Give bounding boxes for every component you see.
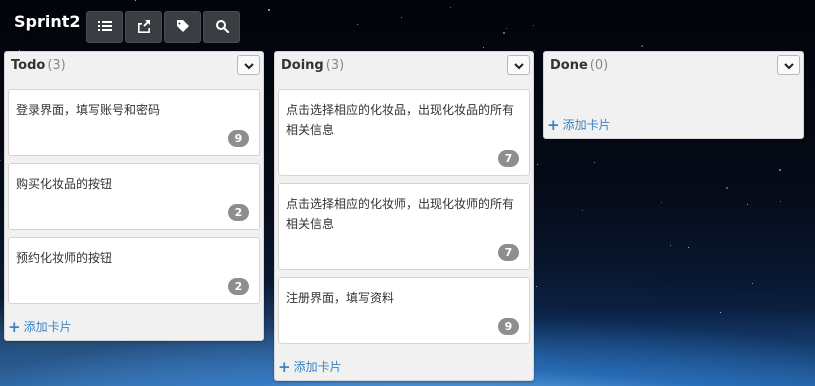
plus-icon: + bbox=[547, 115, 560, 134]
star bbox=[688, 247, 689, 248]
list-header: Done (0) bbox=[544, 52, 803, 82]
list-done: Done (0) + 添加卡片 bbox=[543, 51, 804, 139]
list-card-count: (3) bbox=[325, 58, 345, 73]
list-menu-button[interactable] bbox=[237, 55, 260, 75]
card-points-badge: 7 bbox=[498, 150, 519, 167]
plus-icon: + bbox=[8, 317, 21, 336]
board-title: Sprint2 bbox=[14, 12, 81, 31]
list-title: Done (0) bbox=[550, 58, 609, 73]
card-title: 点击选择相应的化妆品，出现化妆品的所有相关信息 bbox=[286, 103, 515, 137]
search-icon bbox=[215, 18, 229, 37]
card[interactable]: 购买化妆品的按钮 2 bbox=[8, 163, 260, 230]
add-card-link[interactable]: + 添加卡片 bbox=[547, 116, 611, 133]
list-card-count: (3) bbox=[47, 58, 66, 73]
card-points-badge: 9 bbox=[498, 318, 519, 335]
star bbox=[661, 202, 662, 203]
add-card-link[interactable]: + 添加卡片 bbox=[8, 318, 72, 335]
list-title: Todo (3) bbox=[11, 58, 66, 73]
list-card-count: (0) bbox=[589, 58, 609, 73]
card-title: 点击选择相应的化妆师，出现化妆师的所有相关信息 bbox=[286, 197, 515, 231]
tags-button[interactable] bbox=[164, 11, 201, 43]
card[interactable]: 登录界面，填写账号和密码 9 bbox=[8, 89, 260, 156]
star bbox=[720, 312, 721, 313]
card-points-badge: 9 bbox=[228, 130, 249, 147]
star bbox=[726, 187, 728, 189]
plus-icon: + bbox=[278, 357, 291, 376]
star bbox=[594, 162, 595, 163]
star bbox=[582, 210, 583, 211]
share-icon bbox=[137, 18, 151, 37]
card-points-badge: 7 bbox=[498, 244, 519, 261]
star bbox=[537, 164, 538, 165]
list-title: Doing (3) bbox=[281, 58, 345, 73]
list-view-button[interactable] bbox=[86, 11, 123, 43]
card-title: 购买化妆品的按钮 bbox=[16, 177, 113, 191]
tag-icon bbox=[176, 18, 190, 37]
chevron-down-icon bbox=[243, 56, 254, 75]
star bbox=[779, 169, 781, 171]
star bbox=[0, 160, 1, 161]
star bbox=[780, 201, 781, 202]
star bbox=[747, 204, 748, 205]
card[interactable]: 点击选择相应的化妆品，出现化妆品的所有相关信息 7 bbox=[278, 89, 530, 176]
add-card-label: 添加卡片 bbox=[562, 118, 611, 132]
card-title: 注册界面，填写资料 bbox=[286, 291, 395, 305]
add-card-link[interactable]: + 添加卡片 bbox=[278, 358, 342, 375]
list-header: Todo (3) bbox=[5, 52, 263, 82]
board-header: Sprint2 bbox=[0, 0, 815, 48]
share-button[interactable] bbox=[125, 11, 162, 43]
card[interactable]: 预约化妆师的按钮 2 bbox=[8, 237, 260, 304]
list-menu-button[interactable] bbox=[507, 55, 530, 75]
star bbox=[670, 245, 671, 246]
card-points-badge: 2 bbox=[228, 204, 249, 221]
list-doing: Doing (3) 点击选择相应的化妆品，出现化妆品的所有相关信息 7 点击选择相… bbox=[274, 51, 534, 381]
star bbox=[752, 283, 753, 284]
card-points-badge: 2 bbox=[228, 278, 249, 295]
star bbox=[534, 50, 535, 51]
list-icon bbox=[97, 18, 112, 37]
card-title: 登录界面，填写账号和密码 bbox=[16, 103, 161, 117]
card[interactable]: 点击选择相应的化妆师，出现化妆师的所有相关信息 7 bbox=[278, 183, 530, 270]
list-menu-button[interactable] bbox=[777, 55, 800, 75]
search-button[interactable] bbox=[203, 11, 240, 43]
list-todo: Todo (3) 登录界面，填写账号和密码 9 购买化妆品的按钮 2 预约化妆师的… bbox=[4, 51, 264, 341]
card-title: 预约化妆师的按钮 bbox=[16, 251, 113, 265]
add-card-label: 添加卡片 bbox=[293, 360, 342, 374]
card[interactable]: 注册界面，填写资料 9 bbox=[278, 277, 530, 344]
star bbox=[536, 286, 537, 287]
add-card-label: 添加卡片 bbox=[23, 320, 72, 334]
chevron-down-icon bbox=[513, 56, 524, 75]
list-header: Doing (3) bbox=[275, 52, 533, 82]
chevron-down-icon bbox=[783, 56, 794, 75]
